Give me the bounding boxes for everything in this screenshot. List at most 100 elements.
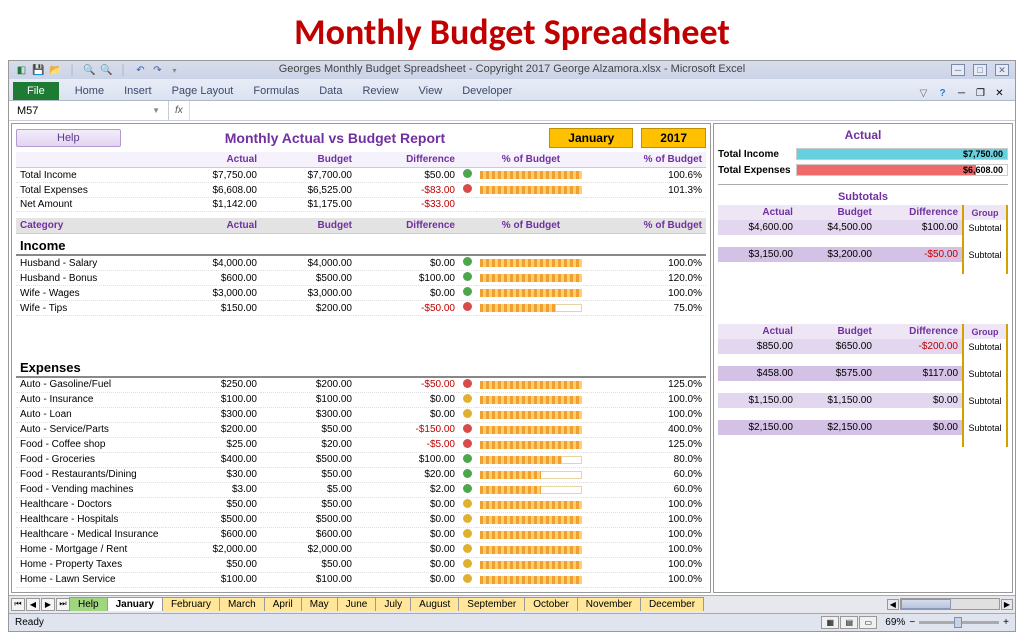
quick-access-toolbar: ◧ 💾 📂 │ 🔍 🔍 │ ↶ ↷ ▾ ─ □ ✕ bbox=[9, 61, 1015, 79]
table-row[interactable]: Food - Restaurants/Dining $30.00 $50.00 … bbox=[16, 467, 706, 482]
table-row[interactable]: Husband - Salary $4,000.00 $4,000.00 $0.… bbox=[16, 255, 706, 271]
table-row[interactable]: Auto - Service/Parts $200.00 $50.00 -$15… bbox=[16, 422, 706, 437]
tab-nav-next-icon[interactable]: ▶ bbox=[41, 598, 55, 611]
cell-pob: 100.0% bbox=[586, 255, 706, 271]
page-break-view-icon[interactable]: ▭ bbox=[859, 616, 877, 629]
sheet-tab-march[interactable]: March bbox=[219, 597, 265, 611]
find-all-icon[interactable]: 🔍 bbox=[100, 64, 113, 77]
minimize-button[interactable]: ─ bbox=[951, 64, 965, 76]
subtotal-row: $850.00$650.00-$200.00 Subtotal bbox=[718, 339, 1007, 354]
row-label: Home - Property Taxes bbox=[16, 557, 166, 572]
sheet-tab-december[interactable]: December bbox=[640, 597, 704, 611]
cell-bar bbox=[476, 482, 586, 497]
zoom-in-icon[interactable]: + bbox=[1003, 617, 1009, 628]
page-layout-view-icon[interactable]: ▤ bbox=[840, 616, 858, 629]
table-row[interactable]: Auto - Insurance $100.00 $100.00 $0.00 1… bbox=[16, 392, 706, 407]
redo-icon[interactable]: ↷ bbox=[151, 64, 164, 77]
sheet-tab-help[interactable]: Help bbox=[69, 597, 108, 611]
cell-budget: $50.00 bbox=[261, 467, 356, 482]
table-row[interactable]: Food - Groceries $400.00 $500.00 $100.00… bbox=[16, 452, 706, 467]
tab-nav-prev-icon[interactable]: ◀ bbox=[26, 598, 40, 611]
month-selector[interactable]: January bbox=[549, 128, 633, 148]
help-icon[interactable]: ? bbox=[935, 86, 950, 100]
ribbon-tab-formulas[interactable]: Formulas bbox=[243, 82, 309, 100]
minimize-ribbon-icon[interactable]: ▽ bbox=[916, 86, 931, 100]
doc-minimize-icon[interactable]: ─ bbox=[954, 86, 969, 100]
sheet-tab-may[interactable]: May bbox=[301, 597, 338, 611]
scroll-left-icon[interactable]: ◀ bbox=[887, 599, 899, 610]
sub-col-group: Group bbox=[963, 324, 1007, 339]
undo-icon[interactable]: ↶ bbox=[134, 64, 147, 77]
sheet-tab-july[interactable]: July bbox=[375, 597, 411, 611]
table-row[interactable]: Net Amount $1,142.00 $1,175.00 -$33.00 bbox=[16, 198, 706, 212]
cell-actual: $3.00 bbox=[166, 482, 261, 497]
normal-view-icon[interactable]: ▦ bbox=[821, 616, 839, 629]
scroll-right-icon[interactable]: ▶ bbox=[1001, 599, 1013, 610]
qat-customize-icon[interactable]: ▾ bbox=[168, 64, 181, 77]
ribbon-tab-view[interactable]: View bbox=[409, 82, 453, 100]
open-icon[interactable]: 📂 bbox=[49, 64, 62, 77]
table-row[interactable]: Healthcare - Doctors $50.00 $50.00 $0.00… bbox=[16, 497, 706, 512]
window-controls: ─ □ ✕ bbox=[951, 64, 1009, 76]
row-label: Home - Mortgage / Rent bbox=[16, 542, 166, 557]
sheet-tab-october[interactable]: October bbox=[524, 597, 578, 611]
table-row[interactable]: Total Income $7,750.00 $7,700.00 $50.00 … bbox=[16, 168, 706, 183]
table-row[interactable]: Home - Lawn Service $100.00 $100.00 $0.0… bbox=[16, 572, 706, 587]
sheet-tab-september[interactable]: September bbox=[458, 597, 525, 611]
cell-budget: $5.00 bbox=[261, 482, 356, 497]
cell-indicator bbox=[459, 467, 476, 482]
ribbon-tab-data[interactable]: Data bbox=[309, 82, 352, 100]
sheet-tab-november[interactable]: November bbox=[577, 597, 641, 611]
sheet-tab-april[interactable]: April bbox=[264, 597, 302, 611]
sheet-tab-february[interactable]: February bbox=[162, 597, 220, 611]
table-row[interactable]: Healthcare - Medical Insurance $600.00 $… bbox=[16, 527, 706, 542]
zoom-control[interactable]: 69% − + bbox=[885, 617, 1009, 628]
help-button[interactable]: Help bbox=[16, 129, 121, 147]
ribbon-tab-page-layout[interactable]: Page Layout bbox=[162, 82, 244, 100]
scroll-thumb[interactable] bbox=[901, 599, 951, 609]
ribbon-tab-developer[interactable]: Developer bbox=[452, 82, 522, 100]
zoom-thumb[interactable] bbox=[954, 617, 962, 628]
table-row[interactable]: Wife - Tips $150.00 $200.00 -$50.00 75.0… bbox=[16, 301, 706, 316]
cell-bar bbox=[476, 183, 586, 198]
fx-icon[interactable]: fx bbox=[175, 105, 183, 116]
table-row[interactable]: Healthcare - Hospitals $500.00 $500.00 $… bbox=[16, 512, 706, 527]
ribbon-tab-insert[interactable]: Insert bbox=[114, 82, 162, 100]
year-selector[interactable]: 2017 bbox=[641, 128, 706, 148]
name-box[interactable]: M57 ▼ bbox=[9, 101, 169, 120]
formula-input[interactable] bbox=[189, 101, 1015, 120]
doc-close-icon[interactable]: ✕ bbox=[992, 86, 1007, 100]
maximize-button[interactable]: □ bbox=[973, 64, 987, 76]
ribbon-tab-review[interactable]: Review bbox=[352, 82, 408, 100]
cell-indicator bbox=[459, 422, 476, 437]
cell-indicator bbox=[459, 377, 476, 393]
sheet-tab-bar: ⏮ ◀ ▶ ⏭ HelpJanuaryFebruaryMarchAprilMay… bbox=[9, 595, 1015, 613]
table-row[interactable]: Auto - Loan $300.00 $300.00 $0.00 100.0% bbox=[16, 407, 706, 422]
cell-pob: 60.0% bbox=[586, 482, 706, 497]
dropdown-icon[interactable]: ▼ bbox=[152, 106, 160, 115]
tab-nav-last-icon[interactable]: ⏭ bbox=[56, 598, 70, 611]
ribbon-tab-home[interactable]: Home bbox=[65, 82, 114, 100]
table-row[interactable]: Home - Mortgage / Rent $2,000.00 $2,000.… bbox=[16, 542, 706, 557]
find-icon[interactable]: 🔍 bbox=[83, 64, 96, 77]
cell-diff: -$150.00 bbox=[356, 422, 459, 437]
close-button[interactable]: ✕ bbox=[995, 64, 1009, 76]
table-row[interactable]: Home - Property Taxes $50.00 $50.00 $0.0… bbox=[16, 557, 706, 572]
doc-restore-icon[interactable]: ❐ bbox=[973, 86, 988, 100]
horizontal-scrollbar[interactable]: ◀ ▶ bbox=[887, 598, 1013, 610]
sub-col-diff: Difference bbox=[876, 324, 963, 339]
zoom-out-icon[interactable]: − bbox=[909, 617, 915, 628]
table-row[interactable]: Auto - Gasoline/Fuel $250.00 $200.00 -$5… bbox=[16, 377, 706, 393]
sheet-tab-january[interactable]: January bbox=[107, 597, 163, 611]
table-row[interactable]: Husband - Bonus $600.00 $500.00 $100.00 … bbox=[16, 271, 706, 286]
table-row[interactable]: Food - Vending machines $3.00 $5.00 $2.0… bbox=[16, 482, 706, 497]
table-row[interactable]: Wife - Wages $3,000.00 $3,000.00 $0.00 1… bbox=[16, 286, 706, 301]
save-icon[interactable]: 💾 bbox=[32, 64, 45, 77]
table-row[interactable]: Food - Coffee shop $25.00 $20.00 -$5.00 … bbox=[16, 437, 706, 452]
file-tab[interactable]: File bbox=[13, 82, 59, 100]
tab-nav-first-icon[interactable]: ⏮ bbox=[11, 598, 25, 611]
sheet-tab-june[interactable]: June bbox=[337, 597, 377, 611]
table-row[interactable]: Total Expenses $6,608.00 $6,525.00 -$83.… bbox=[16, 183, 706, 198]
cell-pob: 125.0% bbox=[586, 437, 706, 452]
sheet-tab-august[interactable]: August bbox=[410, 597, 459, 611]
